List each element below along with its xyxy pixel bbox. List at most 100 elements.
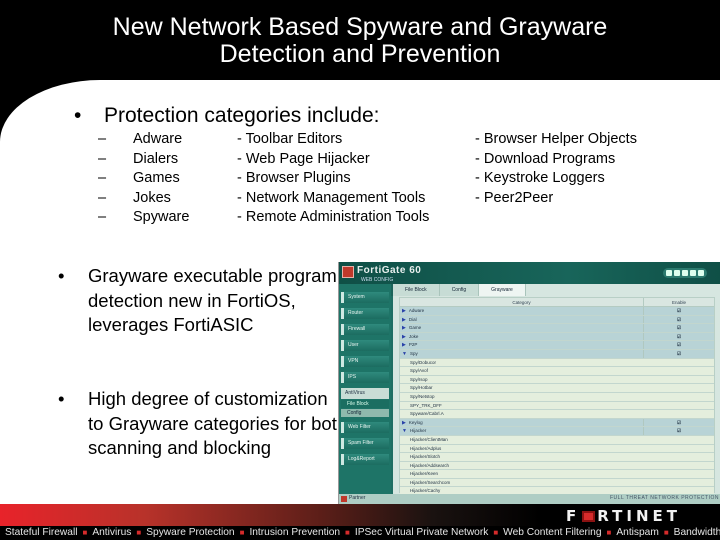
- footer-features: Stateful Firewall ■ Antivirus ■ Spyware Prot…: [0, 526, 720, 540]
- enable-checkbox[interactable]: ☑: [644, 307, 714, 315]
- tab-config[interactable]: Config: [439, 284, 480, 296]
- sidebar-item-system[interactable]: System: [341, 292, 389, 303]
- enable-checkbox[interactable]: ☑: [644, 341, 714, 349]
- cli-icon[interactable]: [690, 270, 696, 276]
- feature-label: Stateful Firewall: [5, 527, 78, 538]
- category-item: - Web Page Hijacker: [237, 150, 370, 167]
- row-label: Spy/Dobucor: [410, 359, 437, 365]
- settings-icon[interactable]: [682, 270, 688, 276]
- row-label-cell: Spy/Hotbar: [400, 384, 644, 392]
- row-label: Game: [408, 325, 422, 331]
- empty-cell: [644, 367, 714, 375]
- empty-cell: [644, 359, 714, 367]
- row-label-cell: ▶ Adware: [400, 307, 644, 315]
- tab-fileblock[interactable]: File Block: [393, 284, 440, 296]
- sidebar-item-vpn[interactable]: VPN: [341, 356, 389, 367]
- enable-checkbox[interactable]: ☑: [644, 427, 714, 435]
- empty-cell: [644, 462, 714, 470]
- subcategory-row: Spy/Netstop: [400, 392, 714, 402]
- sidebar-item-webfilter[interactable]: Web Filter: [341, 422, 389, 433]
- empty-cell: [644, 410, 714, 418]
- bullet-text: Grayware executable program detection ne…: [88, 265, 337, 335]
- category-row[interactable]: ▶ Joke ☑: [400, 332, 714, 342]
- row-label-cell: Spy/Netstop: [400, 393, 644, 401]
- feature-label: Spyware Protection: [146, 527, 235, 538]
- row-label-cell: ▶ Dial: [400, 315, 644, 324]
- sidebar-item-ips[interactable]: IPS: [341, 372, 389, 383]
- console-icon[interactable]: [666, 270, 672, 276]
- feature-label: IPSec Virtual Private Network: [354, 527, 489, 538]
- bullet-icon: •: [74, 104, 82, 127]
- row-label-cell: ▶ Joke: [400, 332, 644, 341]
- category-item: – Adware: [98, 130, 189, 150]
- row-label: Hijacker/Searchcom: [410, 479, 451, 485]
- fortigate-main-panel: File Block Config Grayware Category Enable…: [393, 284, 720, 504]
- logout-icon[interactable]: [698, 270, 704, 276]
- dash-icon: –: [98, 209, 107, 225]
- sidebar-item-logreport[interactable]: Log&Report: [341, 454, 389, 465]
- category-row[interactable]: ▶ P2P ☑: [400, 341, 714, 350]
- enable-checkbox[interactable]: ☑: [644, 419, 714, 427]
- category-item: – Games: [98, 169, 189, 189]
- row-label-cell: Spy/Isop: [400, 376, 644, 384]
- enable-checkbox[interactable]: ☑: [644, 316, 714, 324]
- row-label: Spy: [409, 350, 418, 356]
- category-item: - Peer2Peer: [475, 189, 554, 206]
- dash-icon: –: [98, 170, 107, 186]
- sidebar-item-router[interactable]: Router: [341, 308, 389, 319]
- category-row[interactable]: ▶ Adware ☑: [400, 307, 714, 316]
- category-column-3: - Browser Helper Objects - Download Progr…: [475, 130, 637, 208]
- subcategory-row: Spy/Hotbar: [400, 384, 714, 393]
- sidebar-item-spamfilter[interactable]: Spam Filter: [341, 438, 389, 449]
- empty-cell: [644, 470, 714, 478]
- sidebar-item-user[interactable]: User: [341, 340, 389, 351]
- collapsed-arrow-icon[interactable]: ▶: [402, 325, 406, 331]
- dash-icon: –: [98, 189, 107, 206]
- expanded-arrow-icon[interactable]: ▼: [402, 428, 407, 434]
- separator-icon: ■: [136, 528, 142, 537]
- title-line-1: New Network Based Spyware and Grayware: [112, 13, 608, 41]
- enable-checkbox[interactable]: ☑: [644, 350, 714, 358]
- separator-icon: ■: [663, 528, 669, 537]
- sidebar-subitem-fileblock[interactable]: File Block: [341, 400, 389, 408]
- category-row[interactable]: ▶ Keylog ☑: [400, 418, 714, 428]
- category-label: Jokes: [133, 189, 171, 206]
- subcategory-row: SPY_TRK_DFF: [400, 401, 714, 411]
- row-label-cell: ▶ Keylog: [400, 418, 644, 427]
- expanded-arrow-icon[interactable]: ▼: [402, 351, 407, 357]
- category-row[interactable]: ▼ Hijacker ☑: [400, 427, 714, 436]
- sidebar-subitem-config[interactable]: Config: [341, 409, 389, 417]
- fortigate-logo-icon: [342, 266, 354, 278]
- category-item: - Download Programs: [475, 150, 616, 167]
- enable-checkbox[interactable]: ☑: [644, 333, 714, 341]
- category-label: Games: [133, 170, 180, 186]
- row-label-cell: Hijacker/Searchcom: [400, 479, 644, 487]
- row-label: Spy/Hotbar: [410, 385, 433, 391]
- fortigate-screenshot: FortiGate 60 WEB CONFIG System Router Fire…: [338, 262, 720, 504]
- category-column-1: – Adware – Dialers – Games – Jokes – Spyware: [98, 130, 189, 228]
- category-item: – Jokes: [98, 189, 189, 209]
- row-label: Dial: [408, 316, 417, 322]
- collapsed-arrow-icon[interactable]: ▶: [402, 420, 406, 426]
- table-body: ▶ Adware ☑ ▶ Dial ☑ ▶ Game ☑ ▶ Joke ☑ ▶ P2P ☑ ▼ Spy ☑ Spy/…: [400, 307, 714, 504]
- sidebar-item-firewall[interactable]: Firewall: [341, 324, 389, 335]
- row-label: Hijacker/Addsearch: [410, 462, 450, 468]
- category-item: - Remote Administration Tools: [237, 209, 430, 225]
- row-label: Keylog: [408, 419, 423, 425]
- category-row[interactable]: ▶ Dial ☑: [400, 315, 714, 325]
- category-row[interactable]: ▼ Spy ☑: [400, 349, 714, 359]
- row-label-cell: ▼ Hijacker: [400, 427, 644, 435]
- row-label-cell: ▶ Game: [400, 324, 644, 332]
- separator-icon: ■: [345, 528, 350, 537]
- collapsed-arrow-icon[interactable]: ▶: [402, 308, 406, 314]
- enable-checkbox[interactable]: ☑: [644, 324, 714, 332]
- sidebar-item-antivirus[interactable]: AntiVirus: [341, 388, 389, 399]
- collapsed-arrow-icon[interactable]: ▶: [402, 317, 406, 323]
- category-row[interactable]: ▶ Game ☑: [400, 324, 714, 333]
- help-icon[interactable]: [674, 270, 680, 276]
- tab-grayware[interactable]: Grayware: [479, 284, 526, 296]
- subcategory-row: Hijacker/Searchcom: [400, 478, 714, 488]
- bullet-icon: •: [58, 388, 65, 409]
- collapsed-arrow-icon[interactable]: ▶: [402, 334, 406, 340]
- collapsed-arrow-icon[interactable]: ▶: [402, 342, 406, 348]
